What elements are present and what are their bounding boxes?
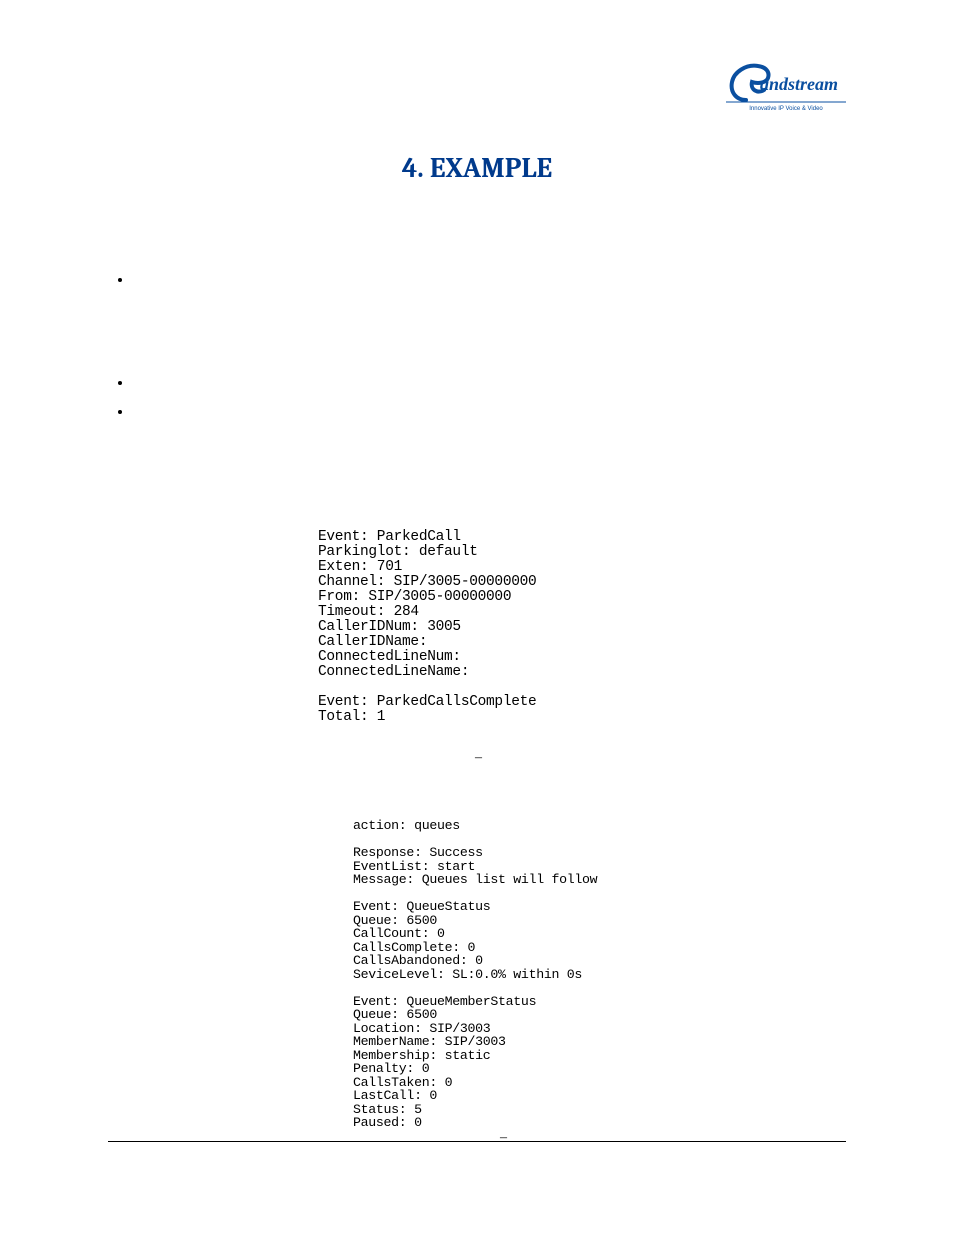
separator-dash: – [475, 750, 482, 766]
brand-tagline: Innovative IP Voice & Video [749, 106, 823, 112]
bullet-item [132, 404, 846, 421]
brand-logo: andstream Innovative IP Voice & Video [726, 60, 846, 117]
bullet-list [132, 272, 846, 420]
bullet-item [132, 375, 846, 392]
separator-dash: – [500, 1130, 507, 1146]
brand-text: andstream [760, 74, 838, 94]
footer-rule [108, 1141, 846, 1142]
document-page: andstream Innovative IP Voice & Video 4.… [0, 0, 954, 1235]
heading-text: 4. EXAMPLE [108, 152, 846, 184]
code-block-queues: action: queues Response: Success EventLi… [353, 820, 597, 1131]
section-heading: 4. EXAMPLE [108, 152, 846, 184]
bullet-item [132, 272, 846, 289]
code-block-parkedcall: Event: ParkedCall Parkinglot: default Ex… [318, 530, 536, 725]
